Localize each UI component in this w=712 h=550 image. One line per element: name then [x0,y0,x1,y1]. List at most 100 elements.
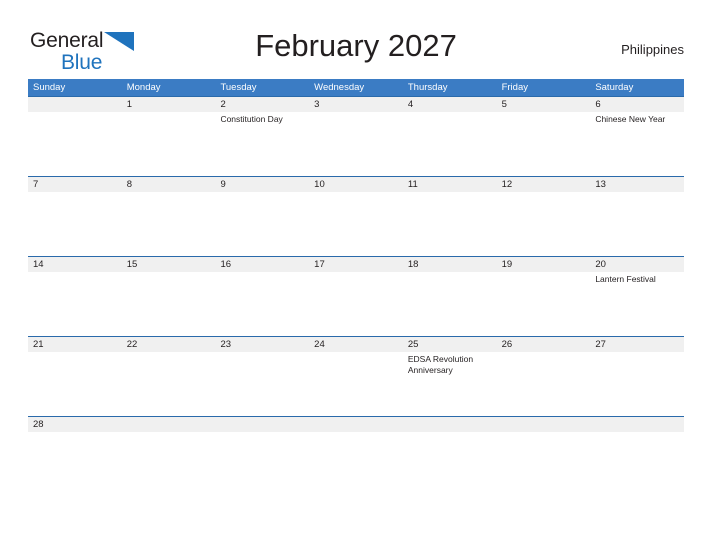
day-number-6[interactable]: 6 [590,97,684,112]
week-date-band: 14 15 16 17 18 19 20 [28,256,684,272]
day-number-empty [28,97,122,112]
event-label: EDSA Revolution Anniversary [407,354,474,375]
day-cell-15[interactable] [122,272,216,336]
page-title: February 2027 [255,28,457,63]
calendar-week-row: 14 15 16 17 18 19 20 Lantern Festival [28,256,684,336]
day-cell-18[interactable] [403,272,497,336]
day-number-12[interactable]: 12 [497,177,591,192]
day-number-28[interactable]: 28 [28,417,122,432]
weekday-header-friday: Friday [501,82,528,93]
weekday-header-monday: Monday [126,82,161,93]
week-date-band: 21 22 23 24 25 26 27 [28,336,684,352]
week-date-band: 123456 [28,96,684,112]
week-event-band: Lantern Festival [28,272,684,336]
calendar-grid: Sunday Monday Tuesday Wednesday Thursday Frid… [28,79,684,460]
day-cell-12[interactable] [497,192,591,256]
week-date-band: 28 [28,416,684,432]
calendar-page: General Blue February 2027 Philippines S… [0,0,712,550]
day-cell-23[interactable] [215,352,309,416]
calendar-week-row: 21 22 23 24 25 26 27 EDSA Revolution Anniversar… [28,336,684,416]
day-cell-empty [403,432,497,460]
day-cell-3[interactable] [309,112,403,176]
day-cell-9[interactable] [215,192,309,256]
day-cell-4[interactable] [403,112,497,176]
day-cell-28[interactable] [28,432,122,460]
day-cell-empty [215,432,309,460]
day-cell-26[interactable] [497,352,591,416]
day-cell-20[interactable]: Lantern Festival [590,272,684,336]
day-cell-19[interactable] [497,272,591,336]
event-label: Chinese New Year [595,114,666,124]
day-number-20[interactable]: 20 [590,257,684,272]
day-cell-25[interactable]: EDSA Revolution Anniversary [403,352,497,416]
week-event-band: EDSA Revolution Anniversary [28,352,684,416]
day-cell-21[interactable] [28,352,122,416]
day-cell-empty [28,112,122,176]
page-header: General Blue February 2027 Philippines [0,22,712,73]
day-number-4[interactable]: 4 [403,97,497,112]
day-number-24[interactable]: 24 [309,337,403,352]
day-cell-22[interactable] [122,352,216,416]
day-number-8[interactable]: 8 [122,177,216,192]
country-label: Philippines [621,42,684,57]
week-event-band [28,192,684,256]
day-cell-17[interactable] [309,272,403,336]
day-number-19[interactable]: 19 [497,257,591,272]
day-cell-empty [497,432,591,460]
week-date-band: 7 8 9 10 11 12 13 [28,176,684,192]
day-number-22[interactable]: 22 [122,337,216,352]
event-label: Constitution Day [220,114,283,124]
day-number-13[interactable]: 13 [590,177,684,192]
day-cell-16[interactable] [215,272,309,336]
calendar-week-row: 28 [28,416,684,460]
day-number-11[interactable]: 11 [403,177,497,192]
day-number-23[interactable]: 23 [215,337,309,352]
day-number-empty [403,417,497,432]
weekday-header-row: Sunday Monday Tuesday Wednesday Thursday Frid… [28,79,684,96]
day-cell-empty [590,432,684,460]
day-number-18[interactable]: 18 [403,257,497,272]
day-cell-1[interactable] [122,112,216,176]
day-number-16[interactable]: 16 [215,257,309,272]
calendar-weeks: 1 2 3 4 5 6 Constitution Day Chinese New Year 7 8… [28,96,684,460]
day-cell-2[interactable]: Constitution Day [215,112,309,176]
week-event-band: Constitution Day Chinese New Year [28,112,684,176]
week-event-band [28,432,684,460]
day-cell-5[interactable] [497,112,591,176]
weekday-header-wednesday: Wednesday [314,82,365,93]
day-number-14[interactable]: 14 [28,257,122,272]
day-cell-24[interactable] [309,352,403,416]
day-cell-10[interactable] [309,192,403,256]
day-number-empty [497,417,591,432]
day-number-empty [309,417,403,432]
weekday-header-tuesday: Tuesday [220,82,257,93]
day-cell-27[interactable] [590,352,684,416]
day-cell-7[interactable] [28,192,122,256]
event-label: Lantern Festival [595,274,656,284]
day-cell-13[interactable] [590,192,684,256]
day-number-3[interactable]: 3 [309,97,403,112]
day-number-9[interactable]: 9 [215,177,309,192]
day-cell-11[interactable] [403,192,497,256]
day-number-2[interactable]: 2 [215,97,309,112]
day-cell-14[interactable] [28,272,122,336]
day-number-empty [590,417,684,432]
weekday-header-thursday: Thursday [407,82,448,93]
day-number-17[interactable]: 17 [309,257,403,272]
calendar-week-row: 7 8 9 10 11 12 13 [28,176,684,256]
calendar-week-row: 1 2 3 4 5 6 Constitution Day Chinese New Year [28,96,684,176]
day-number-7[interactable]: 7 [28,177,122,192]
day-cell-8[interactable] [122,192,216,256]
day-number-1[interactable]: 1 [122,97,216,112]
day-number-empty [215,417,309,432]
day-number-15[interactable]: 15 [122,257,216,272]
day-number-10[interactable]: 10 [309,177,403,192]
day-number-21[interactable]: 21 [28,337,122,352]
day-number-27[interactable]: 27 [590,337,684,352]
day-number-5[interactable]: 5 [497,97,591,112]
weekday-header-sunday: Sunday [33,82,66,93]
weekday-header-saturday: Saturday [595,82,634,93]
day-number-26[interactable]: 26 [497,337,591,352]
day-cell-6[interactable]: Chinese New Year [590,112,684,176]
day-number-25[interactable]: 25 [403,337,497,352]
